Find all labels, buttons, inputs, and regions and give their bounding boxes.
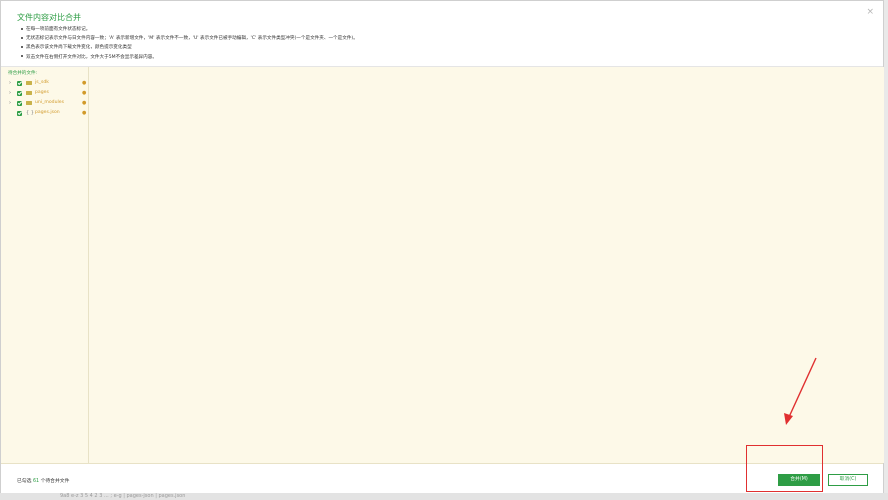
diff-view-panel[interactable]: [89, 67, 885, 463]
dialog-title: 文件内容对比合并: [17, 13, 81, 22]
file-tree-title: 待合并的文件:: [8, 71, 38, 76]
tree-item-label[interactable]: js_sdk: [35, 80, 49, 85]
tree-item-label[interactable]: uni_modules: [35, 100, 64, 105]
tree-item-uni-modules[interactable]: › uni_modules ●: [1, 99, 89, 108]
modified-status-icon: ●: [82, 90, 87, 96]
checkbox-checked[interactable]: [17, 101, 22, 106]
checkbox-checked[interactable]: [17, 91, 22, 96]
merge-dialog: 文件内容对比合并 × 在每一项前面有文件状态标记。 无状态标记表示文件与日文件内…: [0, 0, 885, 495]
folder-icon: [26, 101, 32, 105]
tip-item: 无状态标记表示文件与日文件内容一致；'A' 表示新增文件，'M' 表示文件不一致…: [21, 34, 358, 43]
selected-count: 61: [32, 479, 40, 484]
tip-item: 在每一项前面有文件状态标记。: [21, 25, 358, 34]
json-file-icon: { }: [26, 110, 34, 116]
modified-status-icon: ●: [82, 100, 87, 106]
chevron-right-icon[interactable]: ›: [9, 100, 11, 106]
tree-item-pages[interactable]: › pages ●: [1, 89, 89, 98]
tips-list: 在每一项前面有文件状态标记。 无状态标记表示文件与日文件内容一致；'A' 表示新…: [21, 25, 358, 62]
folder-icon: [26, 81, 32, 85]
merge-button[interactable]: 合并(M): [778, 474, 820, 486]
background-text: 9a8 e-z 3 5 4 2 3 ... ; e-g | pages-json…: [60, 493, 186, 499]
chevron-right-icon[interactable]: ›: [9, 80, 11, 86]
checkbox-checked[interactable]: [17, 111, 22, 116]
window-edge: [884, 0, 888, 493]
close-icon[interactable]: ×: [866, 7, 874, 17]
tree-item-js-sdk[interactable]: › js_sdk ●: [1, 79, 89, 88]
modified-status-icon: ●: [82, 110, 87, 116]
file-tree-panel: 待合并的文件: › js_sdk ● › pages ● › uni_modul…: [1, 67, 89, 463]
dialog-header: 文件内容对比合并 × 在每一项前面有文件状态标记。 无状态标记表示文件与日文件内…: [1, 1, 883, 67]
tree-item-label[interactable]: pages.json: [35, 110, 60, 115]
tip-item: 双击文件在右侧打开文件对比，文件大于5M不会显示差异内容。: [21, 53, 358, 62]
checkbox-checked[interactable]: [17, 81, 22, 86]
background-editor-strip: 9a8 e-z 3 5 4 2 3 ... ; e-g | pages-json…: [0, 493, 888, 500]
modified-status-icon: ●: [82, 80, 87, 86]
chevron-right-icon[interactable]: ›: [9, 90, 11, 96]
selected-count-text: 已勾选 61 个待合并文件: [17, 479, 70, 484]
tree-item-label[interactable]: pages: [35, 90, 49, 95]
folder-icon: [26, 91, 32, 95]
dialog-footer: 已勾选 61 个待合并文件 合并(M) 取消(C): [1, 463, 883, 495]
tree-item-pages-json[interactable]: { } pages.json ●: [1, 109, 89, 118]
tip-item: 黑色表示该文件尚下载文件变化，颜色提示变化类型: [21, 43, 358, 52]
cancel-button[interactable]: 取消(C): [828, 474, 868, 486]
